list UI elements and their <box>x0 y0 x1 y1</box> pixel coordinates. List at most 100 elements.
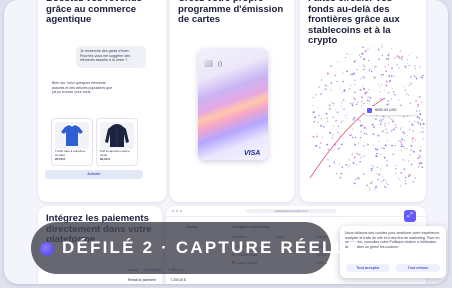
map-dot <box>371 70 373 73</box>
map-dot <box>353 72 356 75</box>
map-dot <box>342 137 344 139</box>
map-dot <box>392 153 395 156</box>
map-dot <box>363 154 366 157</box>
map-dot <box>369 100 371 102</box>
buy-button[interactable]: Acheter <box>45 170 143 179</box>
map-dot <box>396 63 399 66</box>
map-dot <box>406 115 409 118</box>
map-dot <box>414 139 416 141</box>
map-dot <box>409 120 411 123</box>
map-dot <box>382 118 384 120</box>
payment-amount: $950,00 USD <box>375 108 397 112</box>
product-card[interactable]: Pull à capuche marine zippé 60,00 € <box>96 118 138 166</box>
map-dot <box>405 67 407 69</box>
map-dot <box>387 58 390 60</box>
map-dot <box>414 68 416 70</box>
feature-card-stablecoins: Faites circuler vos fonds au-delà des fr… <box>300 0 426 202</box>
map-dot <box>409 82 411 84</box>
window-dot-icon <box>176 210 178 212</box>
map-dot <box>328 104 331 107</box>
expand-icon[interactable]: ⤢ <box>404 210 416 222</box>
map-dot <box>419 122 422 124</box>
map-dot <box>320 79 323 81</box>
map-dot <box>386 81 388 83</box>
map-dot <box>422 127 424 129</box>
map-dot <box>362 76 364 78</box>
map-dot <box>420 145 422 147</box>
map-dot <box>407 59 409 61</box>
map-dot <box>359 124 362 127</box>
map-dot <box>420 101 423 103</box>
map-dot <box>418 166 420 168</box>
map-dot <box>354 143 356 145</box>
stripe-icon <box>367 108 372 113</box>
map-dot <box>394 124 397 126</box>
accept-all-button[interactable]: Tout accepter <box>346 264 390 272</box>
map-dot <box>333 102 335 105</box>
map-dot <box>353 182 356 185</box>
map-dot <box>364 91 367 94</box>
map-dot <box>416 115 419 118</box>
product-card[interactable]: T-shirt bleu à manches courtes 25,00 € <box>51 118 93 166</box>
map-dot <box>414 177 417 180</box>
map-dot <box>346 117 348 119</box>
map-dot <box>324 88 326 91</box>
map-dot <box>388 122 390 124</box>
map-dot <box>372 46 374 48</box>
map-dot <box>353 116 356 119</box>
map-dot <box>315 93 318 96</box>
table-cell: Retrait du paiement <box>128 278 156 282</box>
map-dot <box>390 130 393 132</box>
map-dot <box>422 74 424 77</box>
map-dot <box>374 188 376 190</box>
map-dot <box>339 133 341 136</box>
map-dot <box>360 101 363 103</box>
map-dot <box>373 76 375 78</box>
map-dot <box>331 101 333 103</box>
map-dot <box>352 162 355 164</box>
map-dot <box>372 118 374 120</box>
map-dot <box>382 73 385 76</box>
map-dot <box>391 118 393 120</box>
map-dot <box>411 83 413 85</box>
map-dot <box>403 148 406 150</box>
map-dot <box>422 138 424 140</box>
map-dot <box>340 172 343 175</box>
map-dot <box>353 79 356 82</box>
map-dot <box>371 164 373 166</box>
map-dot <box>384 66 386 68</box>
map-dot <box>380 120 383 123</box>
map-dot <box>402 145 404 148</box>
table-row[interactable]: Retrait du paiement 1 250,00 $ <box>128 277 186 283</box>
map-dot <box>332 133 334 136</box>
map-dot <box>342 80 345 83</box>
map-dot <box>408 64 411 67</box>
map-dot <box>418 117 421 119</box>
map-dot <box>375 118 377 121</box>
map-dot <box>377 166 379 169</box>
map-dot <box>333 163 335 165</box>
map-dot <box>408 84 411 87</box>
map-dot <box>404 65 407 68</box>
map-dot <box>352 118 355 121</box>
map-dot <box>411 140 414 143</box>
map-dot <box>375 186 377 189</box>
map-dot <box>319 146 321 149</box>
map-dot <box>379 120 381 122</box>
map-dot <box>342 72 344 74</box>
map-dot <box>318 85 321 88</box>
reject-all-button[interactable]: Tout refuser <box>396 264 440 272</box>
map-dot <box>352 136 354 139</box>
url-bar: marketplace.example.com <box>246 209 336 213</box>
map-dot <box>410 145 413 147</box>
map-dot <box>410 52 412 54</box>
map-dot <box>402 131 404 133</box>
map-dot <box>319 142 322 144</box>
map-dot <box>316 134 318 136</box>
map-dot <box>399 185 402 187</box>
map-dot <box>394 144 396 147</box>
map-dot <box>377 134 380 137</box>
map-dot <box>333 161 335 163</box>
map-dot <box>400 143 403 145</box>
map-dot <box>391 98 393 100</box>
